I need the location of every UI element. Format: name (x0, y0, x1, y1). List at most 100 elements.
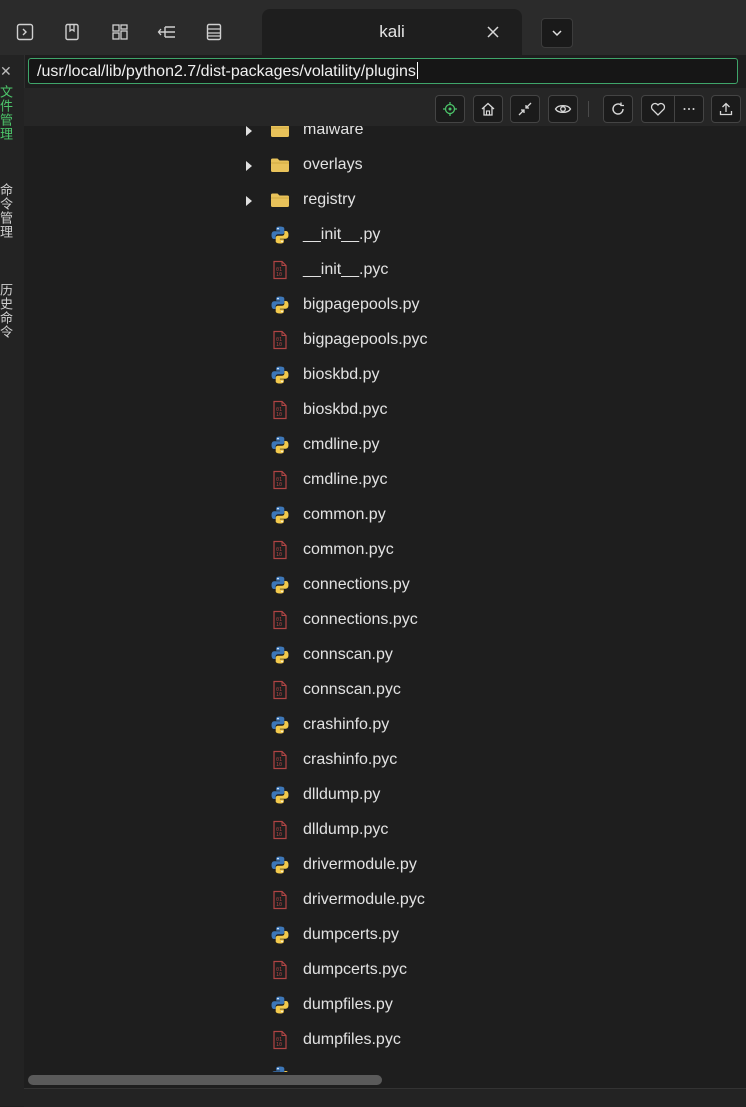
list-panel-icon[interactable] (202, 20, 226, 44)
file-name: connscan.pyc (303, 681, 401, 698)
file-name: cmdline.pyc (303, 471, 388, 488)
more-icon[interactable] (674, 95, 704, 123)
file-row[interactable]: 01 10 dumpcerts.pyc (24, 953, 746, 988)
svg-text:10: 10 (276, 762, 282, 768)
file-list: malware overlays registry __init__.py 01 10 __… (24, 126, 746, 1072)
file-name: drivermodule.py (303, 856, 417, 873)
file-row[interactable]: connscan.py (24, 638, 746, 673)
file-name: cmdline.py (303, 436, 380, 453)
file-name: crashinfo.pyc (303, 751, 398, 768)
tab-history[interactable]: 历史命令 (0, 283, 13, 339)
terminal-icon[interactable] (13, 20, 37, 44)
folder-row[interactable]: malware (24, 126, 746, 148)
expand-arrow-icon[interactable] (244, 194, 254, 206)
python-file-icon (270, 225, 290, 245)
upload-icon[interactable] (711, 95, 741, 123)
file-name: __init__.pyc (303, 261, 389, 278)
close-icon[interactable]: ✕ (0, 63, 12, 79)
python-file-icon (270, 715, 290, 735)
svg-text:10: 10 (276, 482, 282, 488)
locate-icon[interactable] (435, 95, 465, 123)
home-icon[interactable] (473, 95, 503, 123)
file-row[interactable]: 01 10 connections.pyc (24, 603, 746, 638)
file-name: connections.py (303, 576, 410, 593)
scrollbar-thumb[interactable] (28, 1075, 382, 1085)
svg-text:10: 10 (276, 1042, 282, 1048)
python-file-icon (270, 505, 290, 525)
tab-command-manager[interactable]: 命令管理 (0, 183, 13, 239)
path-input[interactable]: /usr/local/lib/python2.7/dist-packages/v… (28, 58, 738, 84)
file-row[interactable]: 01 10 common.pyc (24, 533, 746, 568)
file-row[interactable]: 01 10 cmdline.pyc (24, 463, 746, 498)
expand-arrow-icon[interactable] (244, 126, 254, 136)
binary-file-icon: 01 10 (270, 750, 290, 770)
binary-file-icon: 01 10 (270, 1030, 290, 1050)
svg-text:10: 10 (276, 832, 282, 838)
python-file-icon (270, 365, 290, 385)
file-row[interactable]: 01 10 bigpagepools.pyc (24, 323, 746, 358)
file-name: bigpagepools.pyc (303, 331, 428, 348)
file-row[interactable] (24, 1058, 746, 1072)
refresh-icon[interactable] (603, 95, 633, 123)
file-row[interactable]: 01 10 __init__.pyc (24, 253, 746, 288)
tab-kali[interactable]: kali (262, 9, 522, 55)
title-bar: kali (0, 0, 746, 55)
file-name: dumpcerts.py (303, 926, 400, 943)
status-bar (24, 1088, 746, 1107)
file-name: __init__.py (303, 226, 381, 243)
file-row[interactable]: 01 10 connscan.pyc (24, 673, 746, 708)
file-row[interactable]: __init__.py (24, 218, 746, 253)
file-name: dumpfiles.py (303, 996, 393, 1013)
svg-text:10: 10 (276, 902, 282, 908)
python-file-icon (270, 295, 290, 315)
folder-row[interactable]: registry (24, 183, 746, 218)
file-row[interactable]: 01 10 crashinfo.pyc (24, 743, 746, 778)
python-file-icon (270, 785, 290, 805)
file-row[interactable]: connections.py (24, 568, 746, 603)
collapse-icon[interactable] (510, 95, 540, 123)
folder-row[interactable]: overlays (24, 148, 746, 183)
file-name: crashinfo.py (303, 716, 390, 733)
file-row[interactable]: crashinfo.py (24, 708, 746, 743)
close-icon[interactable] (484, 23, 502, 41)
svg-text:10: 10 (276, 972, 282, 978)
binary-file-icon: 01 10 (270, 680, 290, 700)
folder-icon (270, 190, 290, 210)
file-name: malware (303, 126, 364, 138)
svg-text:10: 10 (276, 342, 282, 348)
tree-icon[interactable] (155, 20, 179, 44)
file-row[interactable]: 01 10 dumpfiles.pyc (24, 1023, 746, 1058)
binary-file-icon: 01 10 (270, 400, 290, 420)
expand-arrow-icon[interactable] (244, 159, 254, 171)
python-file-icon (270, 575, 290, 595)
binary-file-icon: 01 10 (270, 960, 290, 980)
folder-icon (270, 126, 290, 140)
bookmark-icon[interactable] (60, 20, 84, 44)
file-row[interactable]: bioskbd.py (24, 358, 746, 393)
file-row[interactable]: common.py (24, 498, 746, 533)
file-row[interactable]: dumpcerts.py (24, 918, 746, 953)
layout-grid-icon[interactable] (108, 20, 132, 44)
svg-text:10: 10 (276, 272, 282, 278)
svg-text:10: 10 (276, 552, 282, 558)
heart-icon[interactable] (641, 95, 675, 123)
svg-text:10: 10 (276, 692, 282, 698)
file-row[interactable]: 01 10 bioskbd.pyc (24, 393, 746, 428)
file-row[interactable]: bigpagepools.py (24, 288, 746, 323)
file-row[interactable]: 01 10 dlldump.pyc (24, 813, 746, 848)
file-toolbar (24, 88, 746, 126)
file-name: common.pyc (303, 541, 394, 558)
file-row[interactable]: dlldump.py (24, 778, 746, 813)
file-name: drivermodule.pyc (303, 891, 425, 908)
side-panel-tabs: ✕ 文件管理 命令管理 历史命令 (0, 55, 25, 1106)
file-row[interactable]: drivermodule.py (24, 848, 746, 883)
file-row[interactable]: dumpfiles.py (24, 988, 746, 1023)
file-row[interactable]: cmdline.py (24, 428, 746, 463)
file-name: registry (303, 191, 356, 208)
path-value: /usr/local/lib/python2.7/dist-packages/v… (37, 63, 416, 80)
file-row[interactable]: 01 10 drivermodule.pyc (24, 883, 746, 918)
chevron-down-icon[interactable] (541, 18, 573, 48)
tab-file-manager[interactable]: 文件管理 (0, 85, 13, 141)
horizontal-scrollbar[interactable] (24, 1072, 746, 1088)
eye-icon[interactable] (548, 95, 578, 123)
